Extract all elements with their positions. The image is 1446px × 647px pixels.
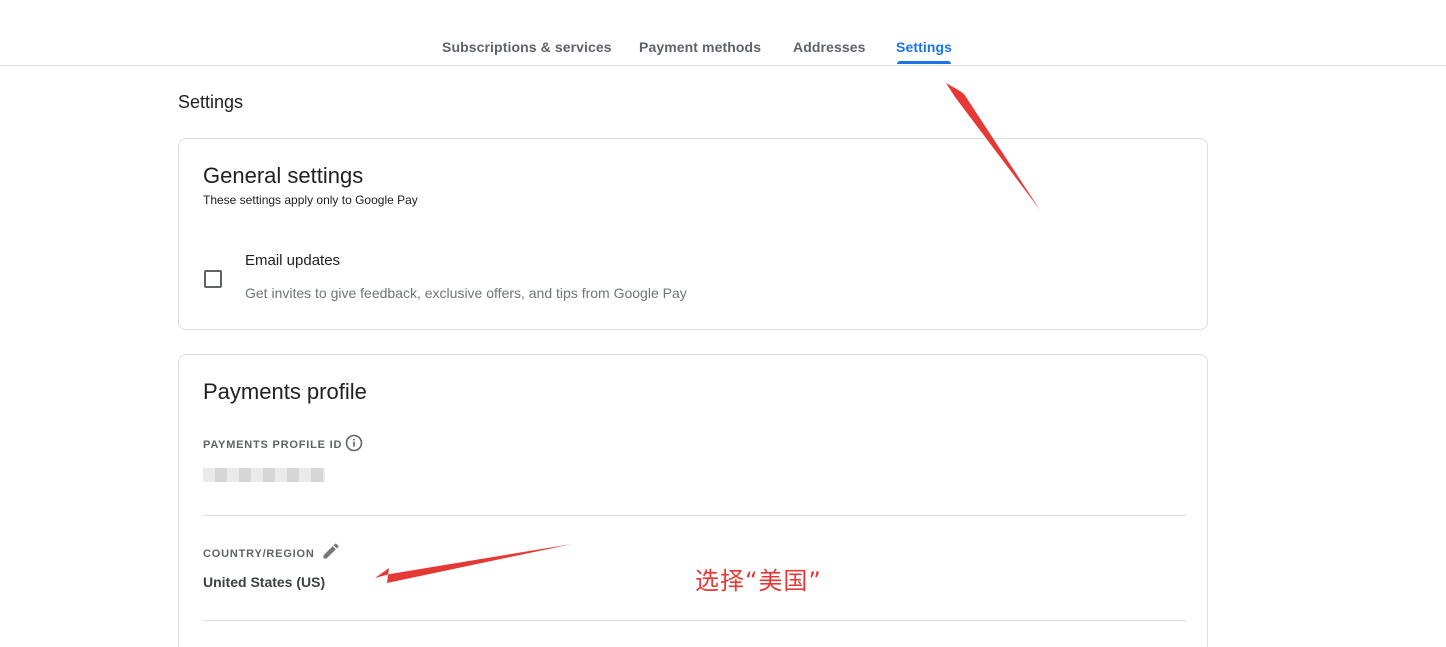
general-settings-card: General settings These settings apply on…: [178, 138, 1208, 330]
divider: [203, 620, 1186, 621]
general-settings-title: General settings: [203, 163, 364, 188]
country-region-value: United States (US): [203, 574, 326, 590]
google-pay-settings-page: Subscriptions & services Payment methods…: [0, 0, 1446, 647]
email-updates-description: Get invites to give feedback, exclusive …: [245, 285, 687, 301]
email-updates-label: Email updates: [245, 252, 341, 269]
general-settings-subtitle: These settings apply only to Google Pay: [203, 193, 418, 207]
tab-subscriptions[interactable]: Subscriptions & services: [442, 39, 612, 55]
active-tab-indicator: [897, 61, 951, 64]
payments-profile-card: Payments profile PAYMENTS PROFILE ID COU…: [178, 354, 1208, 647]
tab-bar: Subscriptions & services Payment methods…: [0, 0, 1446, 66]
divider: [203, 515, 1186, 516]
page-title: Settings: [178, 92, 244, 112]
payments-profile-id-label: PAYMENTS PROFILE ID: [203, 439, 343, 451]
tab-addresses[interactable]: Addresses: [793, 39, 866, 55]
annotation-text: 选择“美国”: [695, 567, 822, 595]
payments-profile-title: Payments profile: [203, 379, 367, 404]
tab-payment-methods[interactable]: Payment methods: [639, 39, 761, 55]
email-updates-checkbox[interactable]: [204, 270, 222, 288]
tab-settings[interactable]: Settings: [896, 39, 952, 55]
edit-pencil-icon[interactable]: [321, 541, 341, 561]
info-icon[interactable]: [345, 434, 363, 452]
payments-profile-id-redacted: [203, 468, 325, 482]
country-region-label: COUNTRY/REGION: [203, 548, 315, 560]
